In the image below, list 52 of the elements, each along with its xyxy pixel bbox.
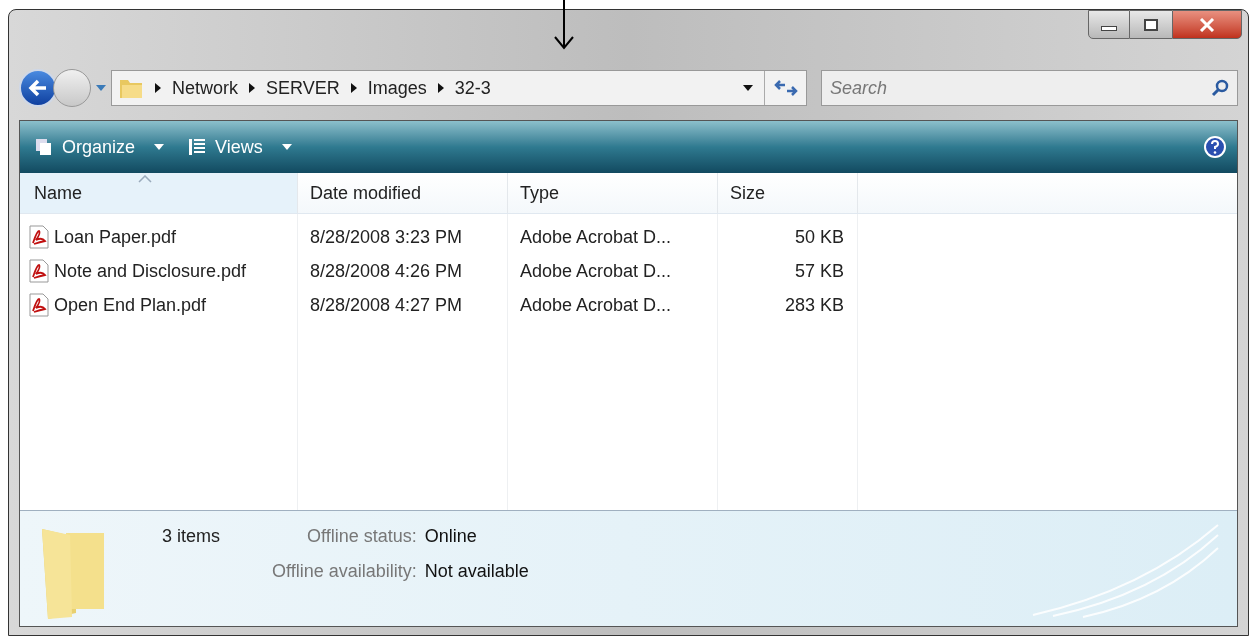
address-bar[interactable]: Network SERVER Images 32-3 (111, 70, 807, 106)
column-header[interactable]: Type (508, 173, 718, 213)
property-label: Offline status: (306, 525, 417, 548)
property-value: Not available (424, 560, 529, 583)
toolbar-button[interactable]: Views (183, 130, 297, 164)
back-arrow-icon (28, 79, 48, 97)
breadcrumb[interactable]: Images (367, 74, 427, 102)
breadcrumb-arrow-icon[interactable] (436, 83, 445, 93)
table-cell-text: 50 KB (794, 225, 844, 249)
annotation-arrow-icon (552, 0, 576, 50)
search-icon[interactable] (1210, 78, 1230, 98)
table-cell-text: 8/28/2008 4:27 PM (310, 293, 463, 317)
caret-icon (153, 143, 166, 151)
search-field[interactable]: Search (821, 70, 1238, 106)
back-button[interactable] (19, 69, 57, 107)
pdf-file-icon (28, 259, 50, 283)
table-cell-text: 8/28/2008 3:23 PM (310, 225, 463, 249)
table-cell-text: Adobe Acrobat D... (520, 225, 672, 249)
breadcrumb[interactable]: 32-3 (454, 74, 491, 102)
file-name[interactable]: Note and Disclosure.pdf (54, 257, 247, 285)
breadcrumb[interactable]: Network (172, 74, 238, 102)
table-cell-text: Adobe Acrobat D... (520, 293, 672, 317)
views-icon (187, 137, 208, 157)
table-cell-text: Adobe Acrobat D... (520, 259, 672, 283)
property-value: Online (424, 525, 478, 548)
column-header[interactable]: Size (718, 173, 858, 213)
help-icon[interactable] (1203, 135, 1227, 159)
breadcrumb[interactable]: SERVER (266, 74, 340, 102)
column-header[interactable]: Date modified (298, 173, 508, 213)
table-cell-text: 8/28/2008 4:26 PM (310, 259, 463, 283)
pdf-file-icon (28, 225, 50, 249)
file-name[interactable]: Loan Paper.pdf (54, 223, 177, 251)
dropdown-caret-icon[interactable] (742, 84, 754, 92)
recent-pages-caret-icon[interactable] (95, 84, 107, 92)
pdf-file-icon (28, 293, 50, 317)
breadcrumb-arrow-icon[interactable] (349, 83, 358, 93)
column-header[interactable]: Name (20, 173, 298, 213)
table-cell-text: 57 KB (794, 259, 844, 283)
item-count: 3 items (162, 525, 221, 548)
minimize-button[interactable] (1088, 10, 1130, 39)
property-label: Offline availability: (272, 560, 417, 583)
close-button[interactable] (1172, 10, 1242, 39)
maximize-button[interactable] (1130, 10, 1172, 39)
breadcrumb-arrow-icon[interactable] (248, 83, 256, 93)
organize-icon (34, 137, 54, 157)
close-icon (1199, 17, 1215, 32)
toolbar-button[interactable]: Organize (30, 130, 170, 164)
caret-icon (280, 143, 293, 151)
breadcrumb-arrow-icon[interactable] (154, 83, 162, 93)
file-name[interactable]: Open End Plan.pdf (54, 291, 207, 319)
table-cell-text: 283 KB (784, 293, 844, 317)
refresh-icon (773, 79, 798, 97)
